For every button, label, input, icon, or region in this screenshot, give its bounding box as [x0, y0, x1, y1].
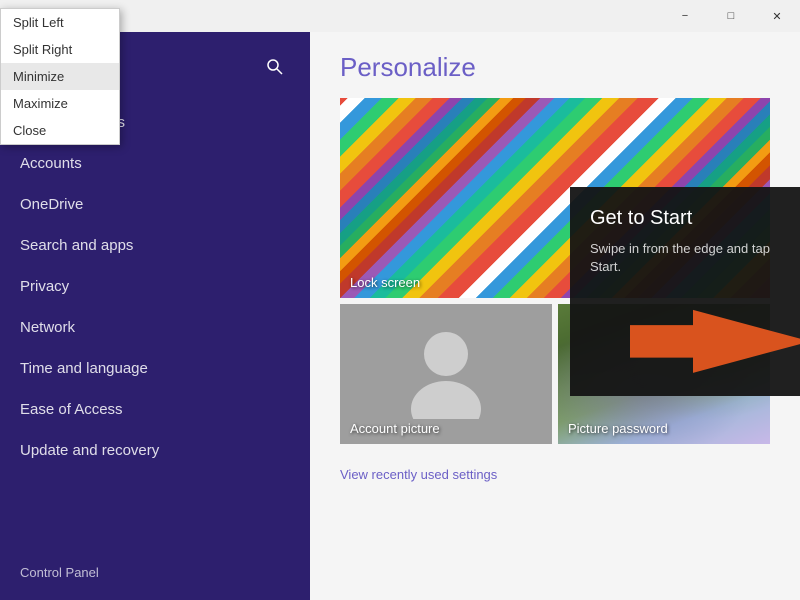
minimize-button[interactable]: −: [662, 0, 708, 32]
tooltip-text: Swipe in from the edge and tap Start.: [590, 240, 780, 276]
sidebar-item-ease-access[interactable]: Ease of Access: [0, 389, 310, 430]
page-title: Personalize: [340, 52, 770, 83]
tooltip-arrow-container: [570, 296, 800, 396]
tile-account-picture[interactable]: Account picture: [340, 304, 552, 444]
maximize-button[interactable]: □: [708, 0, 754, 32]
context-menu-split-left[interactable]: Split Left: [1, 9, 119, 36]
context-menu: Split Left Split Right Minimize Maximize…: [0, 8, 120, 145]
close-button[interactable]: ✕: [754, 0, 800, 32]
sidebar-item-search-apps[interactable]: Search and apps: [0, 225, 310, 266]
tile-lock-screen-label: Lock screen: [350, 275, 420, 290]
context-menu-minimize[interactable]: Minimize: [1, 63, 119, 90]
window-controls: − □ ✕: [662, 0, 800, 32]
tooltip-title: Get to Start: [590, 207, 780, 230]
tooltip-content: Get to Start Swipe in from the edge and …: [570, 187, 800, 296]
context-menu-split-right[interactable]: Split Right: [1, 36, 119, 63]
sidebar-item-network[interactable]: Network: [0, 307, 310, 348]
view-recently-used-link[interactable]: View recently used settings: [310, 452, 800, 497]
arrow-icon: [630, 296, 800, 386]
tile-account-picture-label: Account picture: [350, 421, 440, 436]
get-to-start-tooltip: Get to Start Swipe in from the edge and …: [570, 187, 800, 396]
search-button[interactable]: [260, 52, 290, 82]
main-header: Personalize: [310, 32, 800, 98]
control-panel-link[interactable]: Control Panel: [20, 565, 99, 580]
title-bar: PC settings − □ ✕: [0, 0, 800, 32]
sidebar-item-privacy[interactable]: Privacy: [0, 266, 310, 307]
main-content: Personalize Lock screen Account picture …: [310, 32, 800, 600]
tile-picture-password-label: Picture password: [568, 421, 668, 436]
context-menu-close[interactable]: Close: [1, 117, 119, 144]
sidebar-nav: PC and devices Accounts OneDrive Search …: [0, 102, 310, 471]
context-menu-maximize[interactable]: Maximize: [1, 90, 119, 117]
sidebar-item-accounts[interactable]: Accounts: [0, 143, 310, 184]
sidebar-item-time-language[interactable]: Time and language: [0, 348, 310, 389]
sidebar-item-update-recovery[interactable]: Update and recovery: [0, 430, 310, 471]
sidebar-item-onedrive[interactable]: OneDrive: [0, 184, 310, 225]
